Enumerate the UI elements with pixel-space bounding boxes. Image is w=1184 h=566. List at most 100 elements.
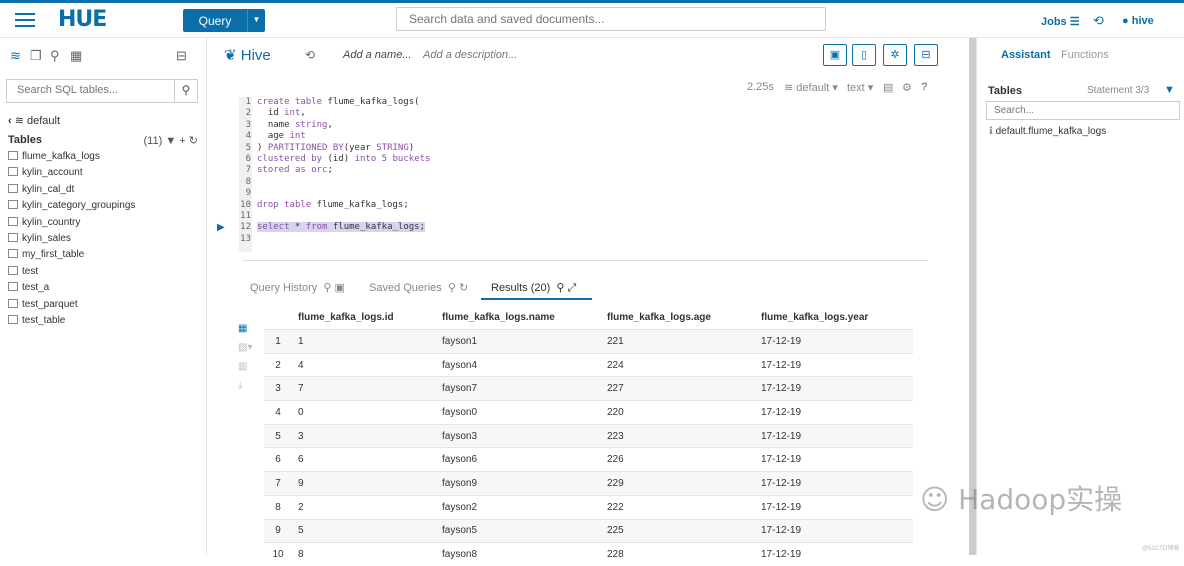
new-document-button[interactable]: ▯ bbox=[852, 44, 876, 66]
line-number: 5 bbox=[239, 142, 251, 153]
right-search[interactable] bbox=[986, 101, 1180, 120]
table-row[interactable]: 4 0 fayson0 220 17-12-19 bbox=[264, 400, 913, 425]
user-menu[interactable]: ● hive bbox=[1122, 15, 1154, 27]
table-list-item[interactable]: kylin_country bbox=[8, 216, 135, 233]
query-description-field[interactable]: Add a description... bbox=[423, 49, 517, 61]
table-list-item[interactable]: kylin_cal_dt bbox=[8, 183, 135, 200]
table-cell: 225 bbox=[607, 518, 761, 543]
table-cell: 7 bbox=[292, 376, 442, 401]
editor-divider[interactable] bbox=[243, 260, 928, 261]
tab-results[interactable]: Results (20) ⚲ ⤢ bbox=[491, 281, 576, 295]
open-folder-button[interactable]: ⊟ bbox=[914, 44, 938, 66]
query-button[interactable]: Query ▼ bbox=[183, 9, 265, 32]
table-list: flume_kafka_logs kylin_account kylin_cal_d… bbox=[8, 151, 135, 331]
sql-tables-search-input[interactable] bbox=[15, 83, 179, 97]
sql-tables-search[interactable]: ⚲ bbox=[6, 79, 198, 103]
table-icon bbox=[8, 183, 18, 193]
tab-functions[interactable]: Functions bbox=[1061, 49, 1109, 61]
chevron-left-icon[interactable]: ‹ bbox=[8, 115, 12, 127]
table-cell: 1 bbox=[292, 329, 442, 354]
table-list-item[interactable]: test_a bbox=[8, 282, 135, 298]
database-icon[interactable]: ≋ bbox=[10, 48, 24, 63]
jobs-label: Jobs bbox=[1041, 16, 1067, 28]
refresh-icon[interactable]: ↻ bbox=[459, 282, 468, 294]
grid-icon[interactable]: ▦ bbox=[70, 48, 84, 63]
table-list-item[interactable]: kylin_sales bbox=[8, 232, 135, 249]
save-button[interactable]: ▣ bbox=[823, 44, 847, 66]
table-name: kylin_country bbox=[22, 216, 81, 228]
global-search[interactable] bbox=[396, 7, 826, 31]
table-list-item[interactable]: my_first_table bbox=[8, 249, 135, 265]
format-dropdown[interactable]: text ▾ bbox=[847, 81, 873, 94]
settings-button[interactable]: ✲ bbox=[883, 44, 907, 66]
documents-icon[interactable]: ❐ bbox=[30, 48, 44, 63]
tab-assistant[interactable]: Assistant bbox=[1001, 49, 1051, 61]
table-list-item[interactable]: kylin_category_groupings bbox=[8, 200, 135, 216]
query-name-field[interactable]: Add a name... bbox=[343, 49, 412, 61]
search-icon[interactable]: ⚲ bbox=[50, 48, 64, 63]
table-row[interactable]: 2 4 fayson4 224 17-12-19 bbox=[264, 352, 913, 377]
table-list-item[interactable]: flume_kafka_logs bbox=[8, 151, 135, 167]
global-search-input[interactable] bbox=[407, 11, 821, 27]
filter-icon[interactable]: ▼ bbox=[1164, 84, 1175, 96]
grid-view-icon[interactable]: ▦ bbox=[238, 323, 258, 334]
results-table: flume_kafka_logs.id flume_kafka_logs.nam… bbox=[264, 305, 913, 566]
right-tables-label: Tables bbox=[988, 85, 1023, 97]
table-row[interactable]: 5 3 fayson3 223 17-12-19 bbox=[264, 423, 913, 448]
database-dropdown[interactable]: ≋ default ▾ bbox=[784, 81, 838, 94]
tab-query-history[interactable]: Query History ⚲ ▣ bbox=[250, 281, 345, 294]
refresh-icon[interactable]: ↻ bbox=[189, 135, 198, 147]
table-list-item[interactable]: test_parquet bbox=[8, 298, 135, 315]
search-icon[interactable]: ⚲ bbox=[323, 282, 331, 294]
table-row[interactable]: 3 7 fayson7 227 17-12-19 bbox=[264, 376, 913, 401]
jobs-button[interactable]: Jobs ☰ bbox=[1041, 15, 1080, 28]
table-cell: fayson2 bbox=[442, 494, 607, 519]
table-cell: 2 bbox=[292, 494, 442, 519]
column-header[interactable]: flume_kafka_logs.age bbox=[607, 305, 761, 330]
column-header[interactable]: flume_kafka_logs.name bbox=[442, 305, 607, 330]
hue-logo[interactable]: HUE bbox=[58, 7, 107, 32]
table-cell: fayson6 bbox=[442, 447, 607, 472]
table-info-item[interactable]: ℹ default.flume_kafka_logs bbox=[989, 126, 1106, 137]
download-icon[interactable]: ⤓ bbox=[238, 380, 258, 391]
column-header[interactable]: flume_kafka_logs.id bbox=[292, 305, 442, 330]
tab-saved-queries[interactable]: Saved Queries ⚲ ↻ bbox=[369, 281, 468, 294]
search-icon[interactable]: ⚲ bbox=[174, 80, 197, 102]
table-row[interactable]: 7 9 fayson9 229 17-12-19 bbox=[264, 471, 913, 496]
database-selector[interactable]: ‹ ≋ default bbox=[8, 114, 60, 127]
code-line: stored as orc; bbox=[257, 165, 333, 176]
filter-icon[interactable]: ▼ bbox=[165, 135, 176, 147]
tables-count: (11) ▼ + ↻ bbox=[144, 134, 198, 147]
history-icon[interactable]: ⟲ bbox=[305, 48, 315, 62]
table-list-item[interactable]: kylin_account bbox=[8, 167, 135, 183]
search-icon[interactable]: ⚲ bbox=[448, 282, 456, 294]
doc-icon[interactable]: ▤ bbox=[883, 81, 893, 94]
column-header[interactable]: flume_kafka_logs.year bbox=[761, 305, 913, 330]
right-search-input[interactable] bbox=[992, 104, 1176, 117]
search-icon[interactable]: ⚲ bbox=[556, 282, 564, 294]
table-row[interactable]: 10 8 fayson8 228 17-12-19 bbox=[264, 542, 913, 566]
play-icon[interactable]: ▶ bbox=[217, 222, 225, 233]
calendar-icon[interactable]: ▣ bbox=[335, 282, 345, 294]
table-row[interactable]: 9 5 fayson5 225 17-12-19 bbox=[264, 518, 913, 543]
history-icon[interactable]: ⟲ bbox=[1093, 13, 1104, 29]
hamburger-menu-icon[interactable] bbox=[15, 13, 35, 27]
expand-icon[interactable]: ⤢ bbox=[568, 282, 577, 294]
chevron-down-icon[interactable]: ▼ bbox=[247, 9, 265, 32]
inbox-icon[interactable]: ⊟ bbox=[176, 48, 187, 64]
table-name: test_a bbox=[22, 282, 50, 294]
table-row[interactable]: 8 2 fayson2 222 17-12-19 bbox=[264, 494, 913, 519]
table-row[interactable]: 6 6 fayson6 226 17-12-19 bbox=[264, 447, 913, 472]
table-cell: fayson1 bbox=[442, 329, 607, 354]
table-list-item[interactable]: test_table bbox=[8, 314, 135, 331]
help-icon[interactable]: ? bbox=[921, 81, 928, 93]
table-cell: 8 bbox=[292, 542, 442, 566]
assist-icons: ≋ ❐ ⚲ ▦ bbox=[10, 48, 90, 63]
chart-view-icon[interactable]: ▨▾ bbox=[238, 342, 258, 353]
columns-icon[interactable]: ▥ bbox=[238, 361, 258, 372]
gear-icon[interactable]: ⚙ bbox=[902, 81, 912, 94]
line-number: 8 bbox=[239, 176, 251, 187]
table-row[interactable]: 1 1 fayson1 221 17-12-19 bbox=[264, 329, 913, 354]
table-list-item[interactable]: test bbox=[8, 265, 135, 282]
plus-icon[interactable]: + bbox=[179, 135, 185, 147]
